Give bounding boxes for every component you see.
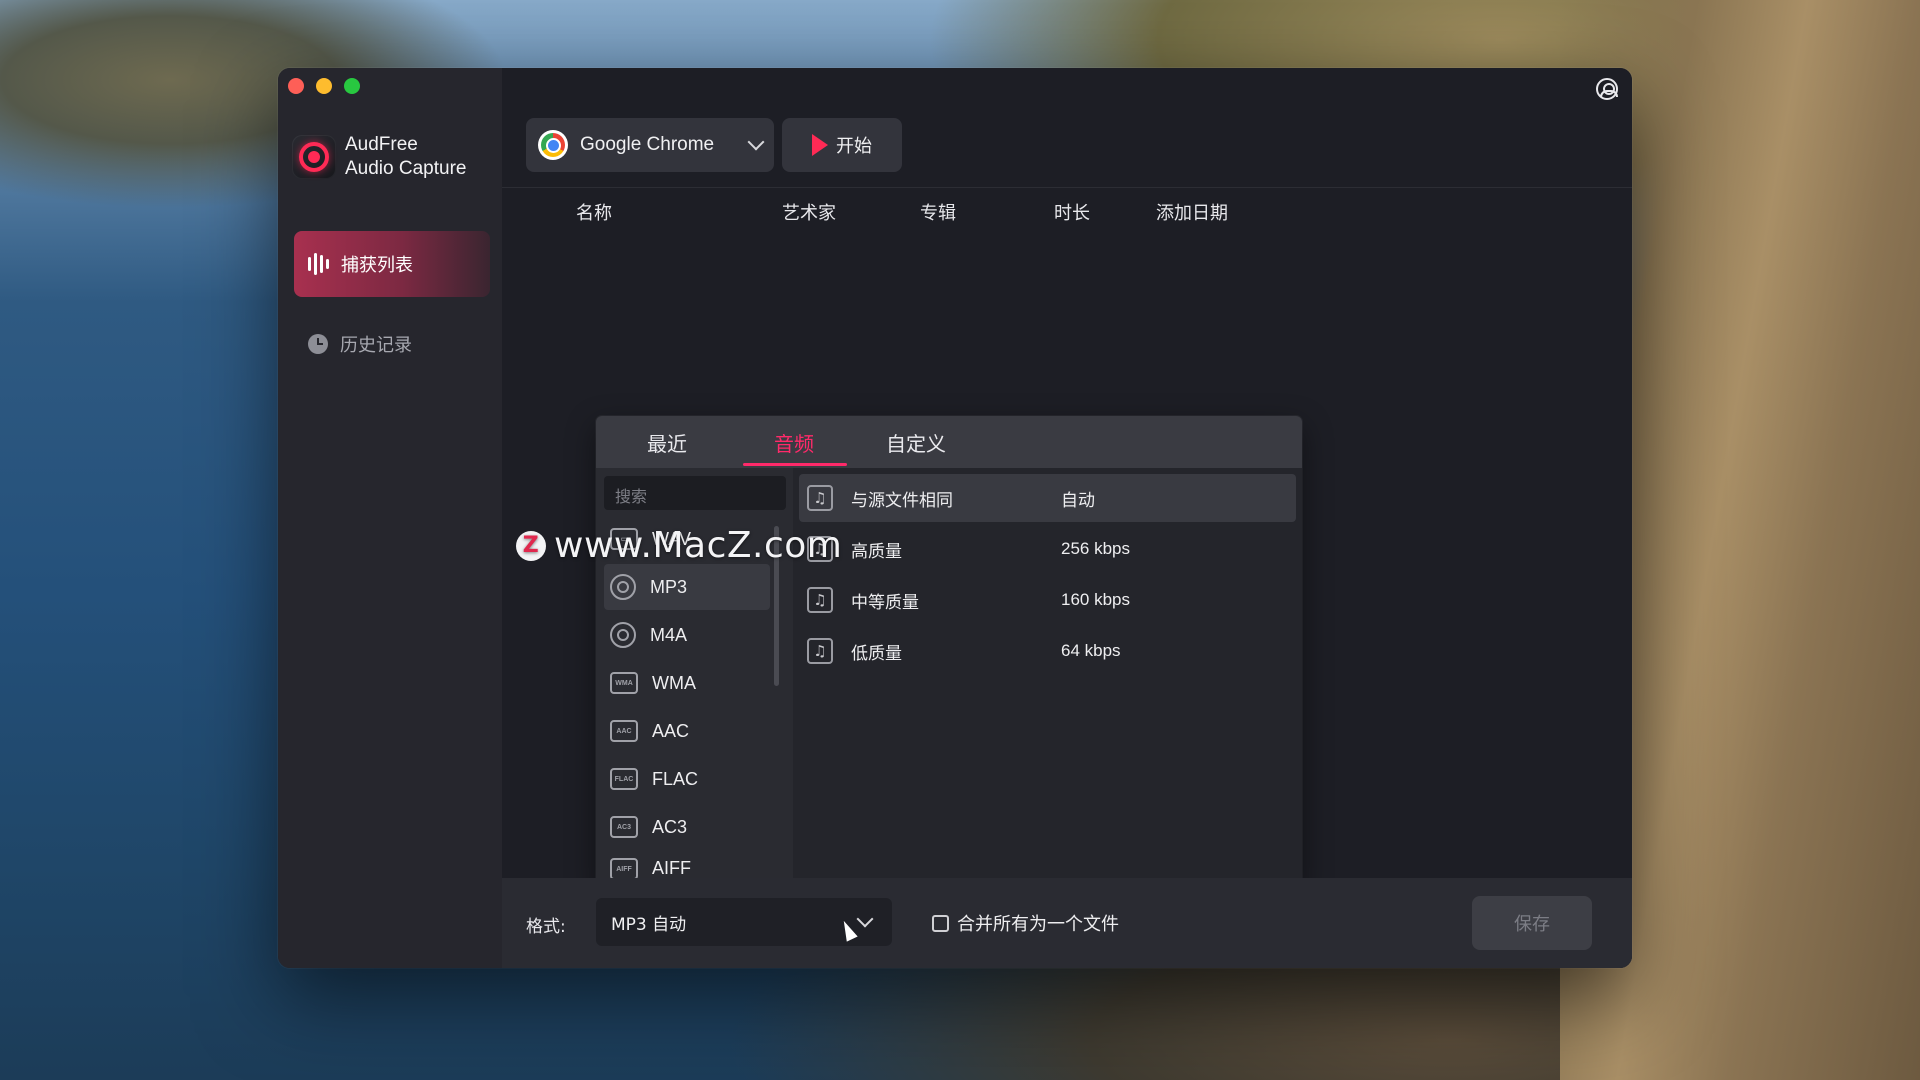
aac-badge-icon: AAC xyxy=(610,720,638,742)
chrome-icon xyxy=(538,130,568,160)
play-icon xyxy=(812,134,828,156)
sidebar: AudFree Audio Capture 捕获列表 历史记录 xyxy=(278,68,502,968)
tab-recent[interactable]: 最近 xyxy=(647,428,687,457)
watermark: Z www.MacZ.com xyxy=(516,525,842,566)
format-label: FLAC xyxy=(652,768,699,789)
audio-bars-icon xyxy=(308,253,329,275)
maximize-window-button[interactable] xyxy=(344,78,360,94)
format-label: AIFF xyxy=(652,858,691,878)
quality-value: 64 kbps xyxy=(1061,641,1121,660)
merge-files-option[interactable]: 合并所有为一个文件 xyxy=(932,910,1119,936)
format-item-flac[interactable]: FLAC FLAC xyxy=(604,756,770,802)
ac3-badge-icon: AC3 xyxy=(610,816,638,838)
app-name-line1: AudFree xyxy=(345,134,418,155)
format-popup: 最近 音频 自定义 搜索 ▭ WAV MP3 M4A WMA WMA AAC A… xyxy=(596,416,1302,891)
format-label: M4A xyxy=(650,624,688,645)
sidebar-item-label: 捕获列表 xyxy=(341,255,413,276)
minimize-window-button[interactable] xyxy=(316,78,332,94)
column-header-duration[interactable]: 时长 xyxy=(1054,199,1090,225)
quality-item-high[interactable]: ♫ 高质量 256 kbps xyxy=(799,525,1296,573)
quality-label: 高质量 xyxy=(851,541,902,562)
format-label: AAC xyxy=(652,720,690,741)
column-header-album[interactable]: 专辑 xyxy=(920,199,956,225)
quality-item-low[interactable]: ♫ 低质量 64 kbps xyxy=(799,627,1296,675)
music-note-icon: ♫ xyxy=(807,587,833,613)
column-header-artist[interactable]: 艺术家 xyxy=(782,199,836,225)
sidebar-item-history[interactable]: 历史记录 xyxy=(294,324,490,364)
watermark-logo: Z xyxy=(516,530,546,561)
bottom-bar: 格式: MP3 自动 合并所有为一个文件 保存 xyxy=(502,878,1632,968)
quality-value: 自动 xyxy=(1061,490,1095,510)
watermark-text: www.MacZ.com xyxy=(554,525,843,566)
format-tabs: 最近 音频 自定义 xyxy=(596,416,1302,468)
quality-item-medium[interactable]: ♫ 中等质量 160 kbps xyxy=(799,576,1296,624)
quality-label: 低质量 xyxy=(851,643,902,664)
quality-value: 256 kbps xyxy=(1061,539,1130,558)
app-name: AudFree Audio Capture xyxy=(345,133,466,181)
format-item-wma[interactable]: WMA WMA xyxy=(604,660,770,706)
app-logo-icon xyxy=(292,135,336,179)
quality-value: 160 kbps xyxy=(1061,590,1130,609)
chevron-down-icon xyxy=(856,910,874,928)
quality-label: 与源文件相同 xyxy=(851,490,953,511)
format-item-mp3[interactable]: MP3 xyxy=(604,564,770,610)
format-label: AC3 xyxy=(652,816,688,837)
disc-note-icon xyxy=(610,622,636,648)
music-note-icon: ♫ xyxy=(807,485,833,511)
source-app-select[interactable]: Google Chrome xyxy=(526,118,774,172)
toolbar-divider xyxy=(502,187,1632,188)
disc-note-icon xyxy=(610,574,636,600)
quality-list: ♫ 与源文件相同 自动 ♫ 高质量 256 kbps ♫ 中等质量 160 kb… xyxy=(793,468,1302,891)
start-button[interactable]: 开始 xyxy=(782,118,902,172)
tab-audio[interactable]: 音频 xyxy=(774,428,814,457)
format-item-m4a[interactable]: M4A xyxy=(604,612,770,658)
flac-badge-icon: FLAC xyxy=(610,768,638,790)
column-header-date-added[interactable]: 添加日期 xyxy=(1156,199,1228,225)
format-item-ac3[interactable]: AC3 AC3 xyxy=(604,804,770,850)
format-label: MP3 xyxy=(650,576,688,597)
close-window-button[interactable] xyxy=(288,78,304,94)
music-note-icon: ♫ xyxy=(807,638,833,664)
column-header-name[interactable]: 名称 xyxy=(576,199,612,225)
sidebar-item-capture-list[interactable]: 捕获列表 xyxy=(294,231,490,297)
save-button[interactable]: 保存 xyxy=(1472,896,1592,950)
user-account-icon[interactable] xyxy=(1596,78,1618,100)
quality-label: 中等质量 xyxy=(851,592,919,613)
wma-badge-icon: WMA xyxy=(610,672,638,694)
app-brand: AudFree Audio Capture xyxy=(292,133,466,181)
app-window: AudFree Audio Capture 捕获列表 历史记录 Google C… xyxy=(278,68,1632,968)
format-search-input[interactable]: 搜索 xyxy=(604,476,786,510)
active-tab-indicator xyxy=(743,463,847,466)
start-label: 开始 xyxy=(836,136,872,157)
format-label: 格式: xyxy=(526,917,566,937)
aiff-badge-icon: AIFF xyxy=(610,858,638,880)
source-app-label: Google Chrome xyxy=(580,134,715,155)
format-label: WMA xyxy=(652,672,696,693)
sidebar-item-label: 历史记录 xyxy=(340,335,412,356)
main-panel: Google Chrome 开始 名称 艺术家 专辑 时长 添加日期 最近 音频… xyxy=(502,68,1632,968)
window-controls xyxy=(288,78,360,94)
merge-checkbox[interactable] xyxy=(932,914,949,932)
merge-label: 合并所有为一个文件 xyxy=(957,914,1119,935)
chevron-down-icon xyxy=(747,133,765,151)
app-name-line2: Audio Capture xyxy=(345,158,467,179)
clock-icon xyxy=(308,334,328,354)
tab-custom[interactable]: 自定义 xyxy=(886,428,946,457)
quality-item-same-as-source[interactable]: ♫ 与源文件相同 自动 xyxy=(799,474,1296,522)
output-format-value: MP3 自动 xyxy=(611,914,687,935)
format-item-aac[interactable]: AAC AAC xyxy=(604,708,770,754)
